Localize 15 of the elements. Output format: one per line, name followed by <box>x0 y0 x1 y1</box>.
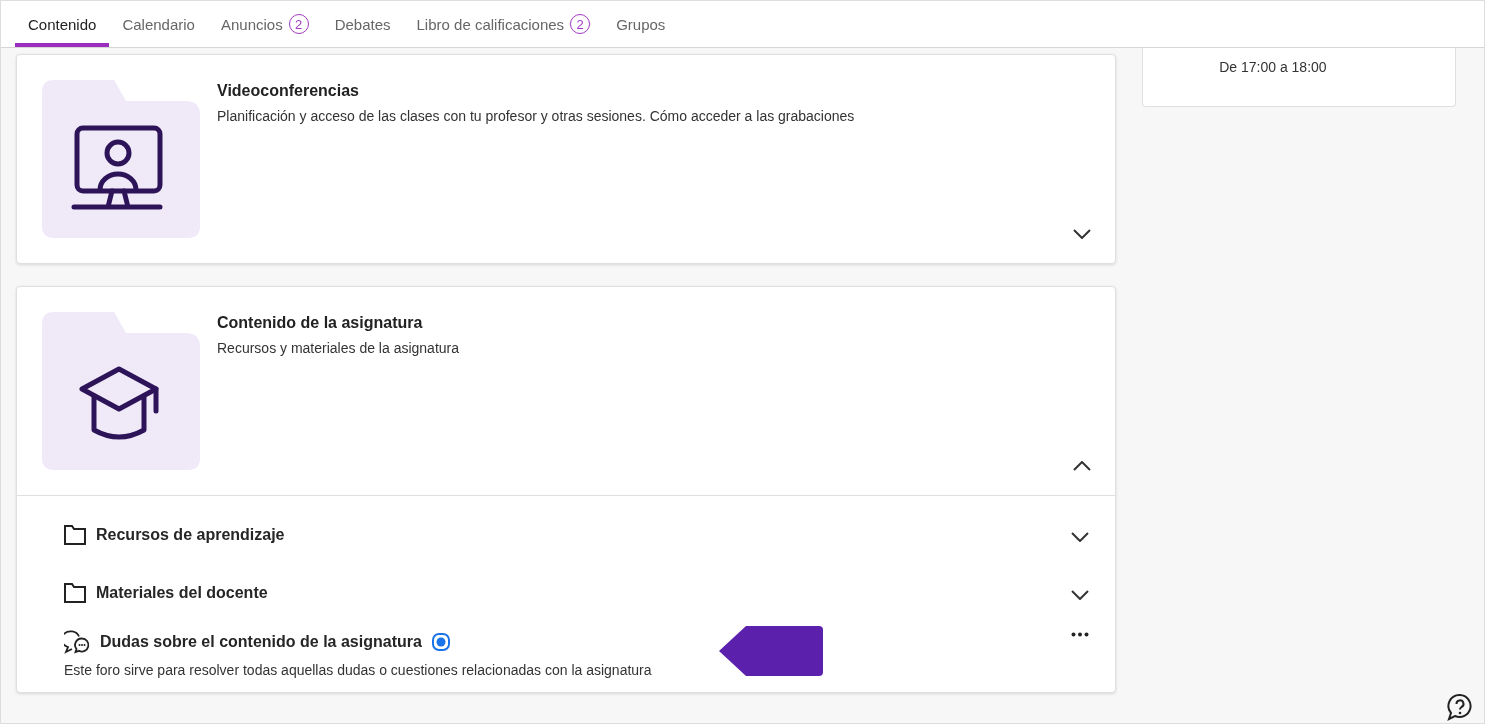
section-title[interactable]: Contenido de la asignatura <box>217 314 459 332</box>
forum-title[interactable]: Dudas sobre el contenido de la asignatura <box>100 633 422 651</box>
schedule-time: De 17:00 a 18:00 <box>1219 59 1327 75</box>
nav-tab[interactable]: Grupos <box>603 1 679 47</box>
nav-tab[interactable]: Contenido <box>15 1 110 47</box>
nav-tab[interactable]: Debates <box>321 1 404 47</box>
nav-tab[interactable]: Anuncios 2 <box>207 1 322 47</box>
folder-title[interactable]: Materiales del docente <box>96 584 268 602</box>
section-description: Planificación y acceso de las clases con tu profesor y otras sesiones. Cómo acceder a las grabaciones <box>217 108 855 124</box>
nav-tab[interactable]: Libro de calificaciones 2 <box>403 1 604 47</box>
section-title[interactable]: Videoconferencias <box>217 82 855 100</box>
folder-title[interactable]: Recursos de aprendizaje <box>96 526 285 544</box>
section-description: Recursos y materiales de la asignatura <box>217 340 459 356</box>
nav-tab[interactable]: Calendario <box>109 1 208 47</box>
forum-description: Este foro sirve para resolver todas aquellas dudas o cuestiones relacionadas con la asignatura <box>64 662 653 678</box>
